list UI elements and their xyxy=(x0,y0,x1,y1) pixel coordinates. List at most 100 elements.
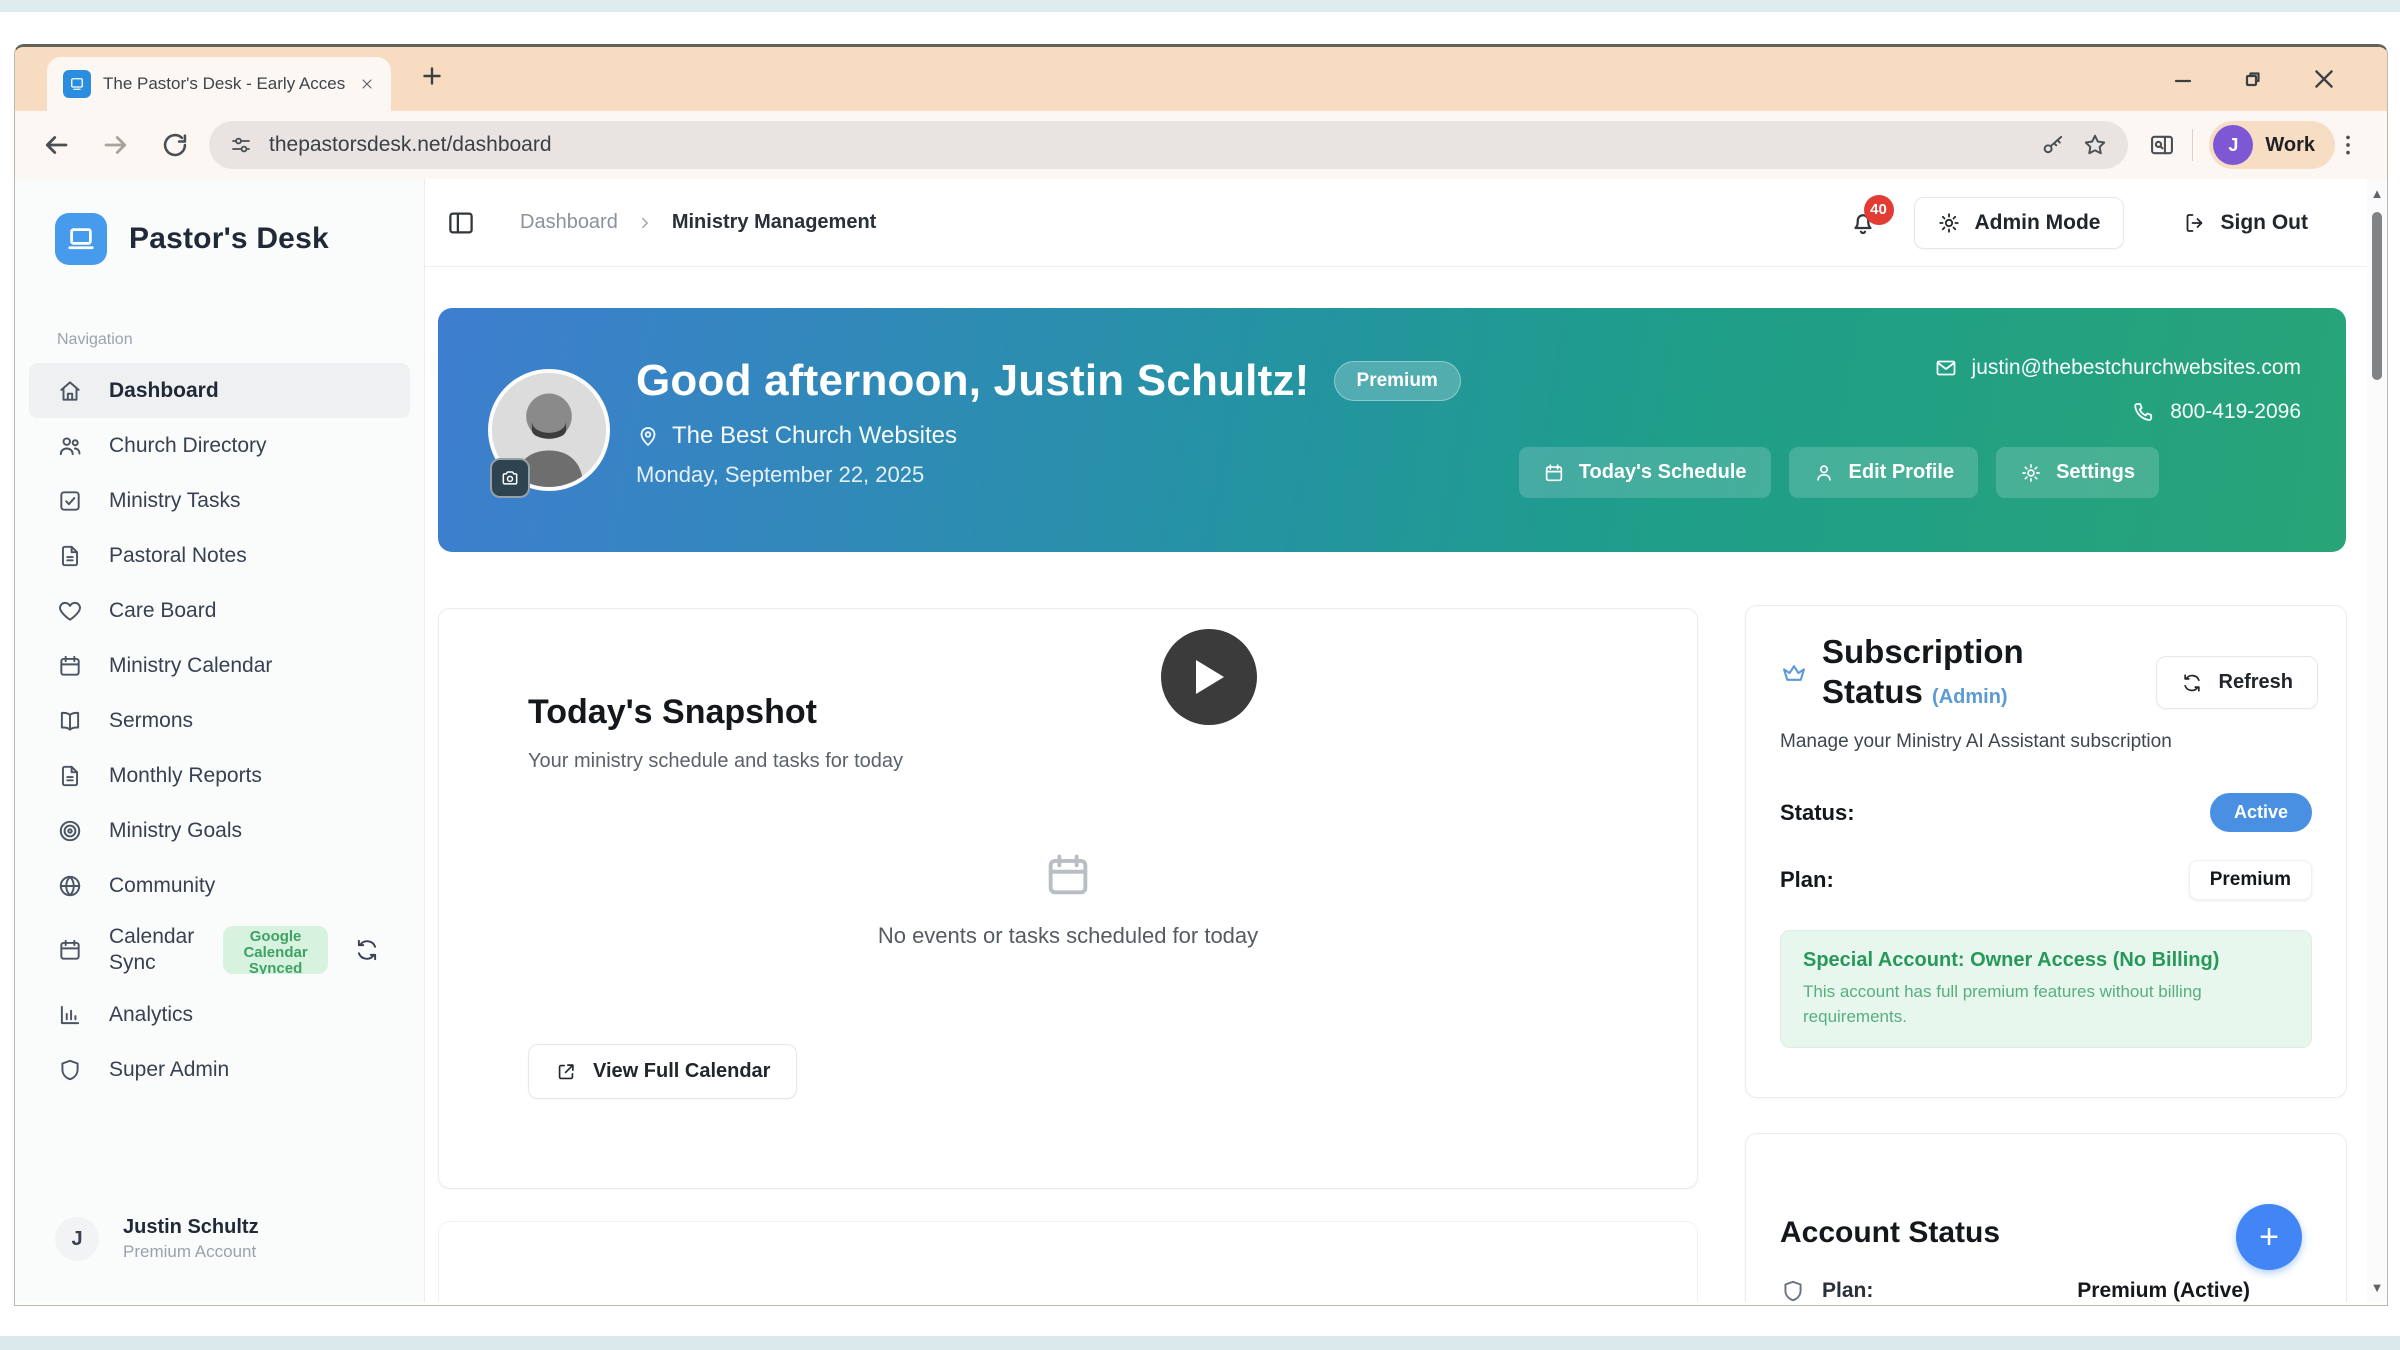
sidebar-item-community[interactable]: Community xyxy=(29,858,410,913)
sidebar-item-sermons[interactable]: Sermons xyxy=(29,693,410,748)
email-text: justin@thebestchurchwebsites.com xyxy=(1972,356,2301,380)
sign-out-button[interactable]: Sign Out xyxy=(2160,197,2332,249)
window-restore-button[interactable] xyxy=(2241,67,2265,91)
email-row: justin@thebestchurchwebsites.com xyxy=(1934,356,2301,380)
screenshot-stage: The Pastor's Desk - Early Acces xyxy=(0,0,2400,1350)
shield-icon xyxy=(1780,1278,1806,1302)
view-full-calendar-button[interactable]: View Full Calendar xyxy=(528,1044,797,1099)
calendar-icon xyxy=(57,937,83,963)
mail-icon xyxy=(1934,356,1958,380)
sidebar-item-label: Ministry Tasks xyxy=(109,489,240,513)
browser-tab[interactable]: The Pastor's Desk - Early Acces xyxy=(47,57,391,111)
notice-title: Special Account: Owner Access (No Billin… xyxy=(1803,949,2289,972)
user-name: Justin Schultz xyxy=(123,1216,259,1239)
profile-avatar: J xyxy=(2213,125,2253,165)
password-key-icon[interactable] xyxy=(2040,132,2066,158)
sidebar-item-pastoral-notes[interactable]: Pastoral Notes xyxy=(29,528,410,583)
snapshot-subtitle: Your ministry schedule and tasks for tod… xyxy=(528,750,1697,773)
special-account-notice: Special Account: Owner Access (No Billin… xyxy=(1780,930,2312,1048)
browser-titlebar: The Pastor's Desk - Early Acces xyxy=(15,47,2387,111)
nav-section-label: Navigation xyxy=(57,331,424,349)
sidebar-item-church-directory[interactable]: Church Directory xyxy=(29,418,410,473)
sidebar: Pastor's Desk Navigation Dashboard Churc… xyxy=(15,179,425,1302)
bookmark-star-icon[interactable] xyxy=(2082,132,2108,158)
globe-icon xyxy=(57,873,83,899)
sidebar-toggle-icon[interactable] xyxy=(446,208,476,238)
window-minimize-button[interactable] xyxy=(2171,67,2195,91)
back-icon[interactable] xyxy=(41,130,71,160)
shield-icon xyxy=(57,1057,83,1083)
sidebar-item-monthly-reports[interactable]: Monthly Reports xyxy=(29,748,410,803)
account-plan-label: Plan: xyxy=(1822,1279,1873,1302)
profile-name: Work xyxy=(2265,134,2315,157)
browser-menu-icon[interactable] xyxy=(2335,132,2361,158)
side-panel-search-icon[interactable] xyxy=(2148,131,2176,159)
account-status-card: Account Status + Plan: Premium (Active) xyxy=(1745,1133,2347,1302)
snapshot-empty-message: No events or tasks scheduled for today xyxy=(878,923,1258,949)
sidebar-item-care-board[interactable]: Care Board xyxy=(29,583,410,638)
subscription-subtitle: Manage your Ministry AI Assistant subscr… xyxy=(1780,731,2312,753)
sidebar-user[interactable]: J Justin Schultz Premium Account xyxy=(55,1216,259,1262)
calendar-icon xyxy=(1543,462,1565,484)
notification-count-badge: 40 xyxy=(1864,195,1894,225)
tab-close-icon[interactable] xyxy=(359,76,375,92)
scroll-down-icon[interactable]: ▼ xyxy=(2371,1281,2384,1294)
sidebar-item-label: Super Admin xyxy=(109,1058,229,1082)
window-close-button[interactable] xyxy=(2311,66,2337,92)
status-label: Status: xyxy=(1780,800,1855,826)
refresh-icon xyxy=(2181,672,2203,694)
sidebar-item-analytics[interactable]: Analytics xyxy=(29,987,410,1042)
sidebar-item-calendar-sync[interactable]: Calendar Sync Google Calendar Synced xyxy=(29,913,410,987)
file-text-icon xyxy=(57,763,83,789)
edit-profile-button[interactable]: Edit Profile xyxy=(1789,447,1979,498)
phone-icon xyxy=(2132,400,2156,424)
notice-body: This account has full premium features w… xyxy=(1803,980,2243,1029)
plus-icon: + xyxy=(2259,1218,2279,1257)
sidebar-item-super-admin[interactable]: Super Admin xyxy=(29,1042,410,1097)
refresh-label: Refresh xyxy=(2219,671,2293,694)
user-avatar: J xyxy=(55,1217,99,1261)
forward-icon[interactable] xyxy=(101,130,131,160)
page-scrollbar[interactable]: ▲ ▼ xyxy=(2367,179,2387,1302)
page-content: Pastor's Desk Navigation Dashboard Churc… xyxy=(15,179,2387,1302)
settings-label: Settings xyxy=(2056,461,2135,484)
browser-profile-button[interactable]: J Work xyxy=(2209,121,2335,169)
breadcrumb-current: Ministry Management xyxy=(672,211,876,234)
external-link-icon xyxy=(555,1061,577,1083)
video-play-button[interactable] xyxy=(1161,629,1257,725)
tab-favicon-icon xyxy=(63,70,91,98)
account-status-title: Account Status xyxy=(1780,1216,2312,1250)
bar-chart-icon xyxy=(57,1002,83,1028)
admin-mode-button[interactable]: Admin Mode xyxy=(1914,197,2124,249)
sidebar-item-ministry-goals[interactable]: Ministry Goals xyxy=(29,803,410,858)
settings-button[interactable]: Settings xyxy=(1996,447,2159,498)
url-text[interactable]: thepastorsdesk.net/dashboard xyxy=(269,133,2024,157)
refresh-button[interactable]: Refresh xyxy=(2156,656,2318,709)
scroll-up-icon[interactable]: ▲ xyxy=(2371,187,2384,200)
admin-mode-label: Admin Mode xyxy=(1975,211,2101,235)
user-plan: Premium Account xyxy=(123,1242,259,1262)
sign-out-icon xyxy=(2183,211,2207,235)
camera-icon[interactable] xyxy=(490,458,530,498)
notifications-button[interactable]: 40 xyxy=(1848,208,1878,238)
scrollbar-thumb[interactable] xyxy=(2372,212,2382,380)
account-plan-value: Premium (Active) xyxy=(2077,1279,2250,1302)
main-area: Dashboard Ministry Management 40 xyxy=(425,179,2387,1302)
site-settings-icon[interactable] xyxy=(229,133,253,157)
breadcrumb-dashboard[interactable]: Dashboard xyxy=(520,211,618,234)
plan-label: Plan: xyxy=(1780,867,1834,893)
play-icon xyxy=(1192,658,1226,696)
map-pin-icon xyxy=(636,424,660,448)
url-bar[interactable]: thepastorsdesk.net/dashboard xyxy=(209,121,2128,169)
toolbar-divider xyxy=(2192,129,2193,161)
sidebar-item-ministry-calendar[interactable]: Ministry Calendar xyxy=(29,638,410,693)
sync-refresh-icon[interactable] xyxy=(354,937,380,963)
calendar-empty-icon xyxy=(1042,849,1094,901)
sidebar-item-ministry-tasks[interactable]: Ministry Tasks xyxy=(29,473,410,528)
add-fab-button[interactable]: + xyxy=(2236,1204,2302,1270)
new-tab-button[interactable] xyxy=(419,63,445,89)
book-open-icon xyxy=(57,708,83,734)
sidebar-item-dashboard[interactable]: Dashboard xyxy=(29,363,410,418)
todays-schedule-button[interactable]: Today's Schedule xyxy=(1519,447,1771,498)
reload-icon[interactable] xyxy=(161,131,189,159)
